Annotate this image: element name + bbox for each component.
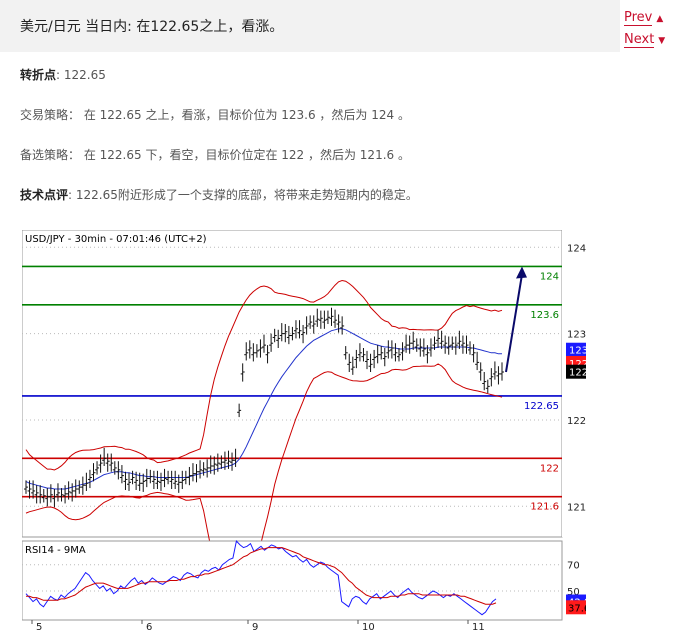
rsi-tag-label: 37.6551 xyxy=(568,603,586,614)
y-tick-label: 124.2 xyxy=(567,243,586,254)
price-chart: 124.2123.3122.4121.5124.55124123.6122.65… xyxy=(21,212,610,634)
alt-strategy-label: 备选策略： xyxy=(20,148,81,162)
pivot-label: 转折点 xyxy=(20,68,57,82)
x-tick-label: 5 xyxy=(36,622,42,633)
alt-strategy-text: 在 122.65 下，看空，目标价位定在 122 ，然后为 121.6 。 xyxy=(80,148,410,162)
y-tick-label: 122.4 xyxy=(567,416,586,427)
y-tick-label: 121.5 xyxy=(567,502,586,513)
triangle-down-icon: ▼ xyxy=(658,36,666,46)
next-link-label[interactable]: Next xyxy=(624,32,655,48)
chart-title: USD/JPY - 30min - 07:01:46 (UTC+2) xyxy=(25,234,207,245)
comment-text: : 122.65附近形成了一个支撑的底部，将带来走势短期内的稳定。 xyxy=(68,188,418,202)
comment-line: 技术点评: 122.65附近形成了一个支撑的底部，将带来走势短期内的稳定。 xyxy=(20,186,418,203)
x-tick-label: 9 xyxy=(252,622,258,633)
pivot-line: 转折点: 122.65 xyxy=(20,66,106,83)
triangle-up-icon: ▲ xyxy=(656,14,664,24)
level-label: 122 xyxy=(540,463,559,474)
page-header: 美元/日元 当日内: 在122.65之上，看涨。 xyxy=(0,0,620,52)
level-label: 123.6 xyxy=(530,310,559,321)
chart-svg: 124.2123.3122.4121.5124.55124123.6122.65… xyxy=(21,212,610,633)
x-tick-label: 6 xyxy=(146,622,152,633)
level-label: 124 xyxy=(540,271,559,282)
rsi-tick-label: 70 xyxy=(567,561,580,572)
price-tag-label: 123.132 xyxy=(569,346,586,357)
y-tick-label: 123.3 xyxy=(567,330,586,341)
main-pane-frame xyxy=(21,229,563,538)
next-link[interactable]: Next ▼ xyxy=(624,32,684,48)
strategy-line: 交易策略： 在 122.65 之上，看涨，目标价位为 123.6 ，然后为 12… xyxy=(20,106,410,123)
x-tick-label: 10 xyxy=(362,622,375,633)
level-label: 121.6 xyxy=(530,502,559,513)
page-title: 美元/日元 当日内: 在122.65之上，看涨。 xyxy=(20,19,284,35)
rsi-pane-frame xyxy=(21,540,563,621)
alt-strategy-line: 备选策略： 在 122.65 下，看空，目标价位定在 122 ，然后为 121.… xyxy=(20,146,410,163)
main-axis-area xyxy=(562,230,586,537)
level-label: 122.65 xyxy=(524,401,559,412)
prev-link-label[interactable]: Prev xyxy=(624,10,653,26)
strategy-label: 交易策略： xyxy=(20,108,81,122)
prev-link[interactable]: Prev ▲ xyxy=(624,10,684,26)
strategy-text: 在 122.65 之上，看涨，目标价位为 123.6 ，然后为 124 。 xyxy=(80,108,410,122)
comment-label: 技术点评 xyxy=(20,188,69,202)
price-tag-label: 122.903 xyxy=(569,368,586,379)
x-tick-label: 11 xyxy=(472,622,485,633)
pivot-value: : 122.65 xyxy=(56,68,106,82)
rsi-title: RSI14 - 9MA xyxy=(25,545,86,556)
